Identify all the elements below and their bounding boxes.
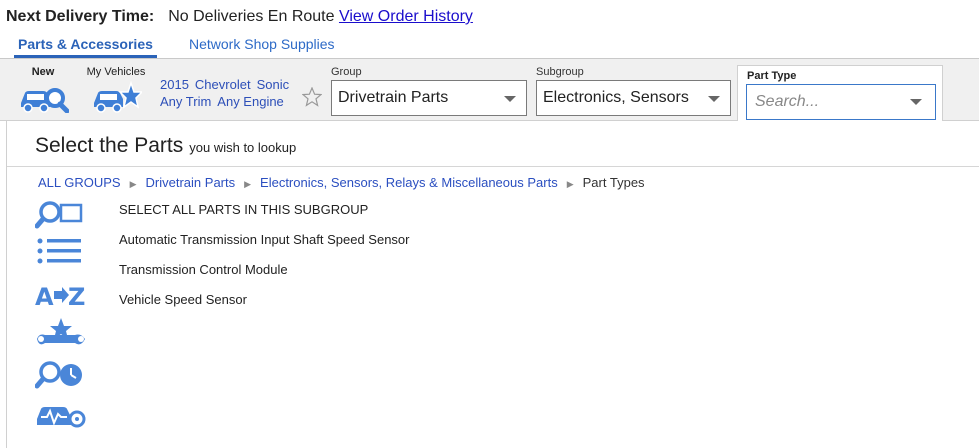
vehicle-model[interactable]: Sonic — [257, 77, 290, 92]
list-item[interactable]: Automatic Transmission Input Shaft Speed… — [119, 232, 410, 262]
vehicle-toolbar: New My Vehicles 2015 Chevrolet Sonic Any T… — [0, 59, 979, 121]
delivery-value: No Deliveries En Route — [168, 8, 335, 25]
wrench-star-icon[interactable] — [35, 317, 87, 351]
group-select[interactable]: Drivetrain Parts — [331, 80, 527, 116]
breadcrumb-arrow-icon: ▶ — [566, 179, 574, 189]
favorite-star-icon[interactable] — [302, 87, 322, 107]
vehicle-make[interactable]: Chevrolet — [195, 77, 251, 92]
tab-parts-accessories[interactable]: Parts & Accessories — [14, 36, 157, 58]
part-type-search-input[interactable] — [746, 84, 936, 120]
divider — [7, 166, 979, 167]
delivery-label: Next Delivery Time: — [6, 8, 155, 25]
group-field: Group Drivetrain Parts — [331, 66, 527, 116]
svg-text:A: A — [35, 283, 54, 311]
car-star-icon — [94, 81, 142, 113]
a-to-z-icon[interactable]: A Z — [35, 281, 87, 311]
new-label: New — [31, 66, 55, 78]
list-item[interactable]: Vehicle Speed Sensor — [119, 292, 410, 322]
subgroup-select[interactable]: Electronics, Sensors — [536, 80, 731, 116]
breadcrumb-all-groups[interactable]: ALL GROUPS — [38, 175, 121, 190]
chevron-down-icon — [708, 96, 720, 102]
subgroup-field: Subgroup Electronics, Sensors — [536, 66, 731, 116]
page-heading: Select the Parts you wish to lookup — [35, 134, 296, 158]
list-item[interactable]: Transmission Control Module — [119, 262, 410, 292]
car-search-icon — [21, 88, 69, 113]
svg-text:Z: Z — [68, 283, 85, 311]
page-title: Select the Parts — [35, 134, 184, 157]
breadcrumb: ALL GROUPS ▶ Drivetrain Parts ▶ Electronics,… — [38, 175, 645, 190]
list-icon[interactable] — [35, 236, 83, 268]
group-label: Group — [331, 66, 362, 78]
part-search-icon[interactable] — [35, 199, 83, 231]
new-vehicle-button[interactable]: New — [16, 66, 70, 113]
top-tabs: Parts & Accessories Network Shop Supplie… — [0, 34, 979, 59]
vehicle-trim[interactable]: Any Trim — [160, 94, 211, 109]
selected-vehicle: 2015 Chevrolet Sonic Any Trim Any Engine — [160, 76, 295, 110]
my-vehicles-label: My Vehicles — [86, 66, 146, 78]
subgroup-value: Electronics, Sensors — [543, 89, 689, 106]
vehicle-engine[interactable]: Any Engine — [217, 94, 284, 109]
my-vehicles-button[interactable]: My Vehicles — [82, 66, 150, 113]
car-diagnostics-icon[interactable] — [35, 399, 87, 431]
part-type-label: Part Type — [747, 70, 797, 82]
search-history-icon[interactable] — [35, 359, 87, 391]
main-content: Select the Parts you wish to lookup ALL G… — [6, 121, 979, 448]
breadcrumb-drivetrain-parts[interactable]: Drivetrain Parts — [146, 175, 236, 190]
page-subtitle: you wish to lookup — [189, 140, 297, 155]
vehicle-year[interactable]: 2015 — [160, 77, 189, 92]
part-type-list: SELECT ALL PARTS IN THIS SUBGROUP Automa… — [119, 202, 410, 322]
subgroup-label: Subgroup — [536, 66, 584, 78]
view-order-history-link[interactable]: View Order History — [339, 8, 473, 25]
breadcrumb-electronics[interactable]: Electronics, Sensors, Relays & Miscellan… — [260, 175, 558, 190]
delivery-status: Next Delivery Time: No Deliveries En Rout… — [6, 8, 473, 26]
part-type-field: Part Type — [737, 65, 943, 121]
group-value: Drivetrain Parts — [338, 89, 449, 106]
breadcrumb-arrow-icon: ▶ — [244, 179, 252, 189]
breadcrumb-arrow-icon: ▶ — [129, 179, 137, 189]
chevron-down-icon — [910, 99, 922, 105]
tab-network-shop-supplies[interactable]: Network Shop Supplies — [189, 36, 335, 52]
list-item-select-all[interactable]: SELECT ALL PARTS IN THIS SUBGROUP — [119, 202, 410, 232]
breadcrumb-current: Part Types — [582, 175, 645, 190]
chevron-down-icon — [504, 96, 516, 102]
